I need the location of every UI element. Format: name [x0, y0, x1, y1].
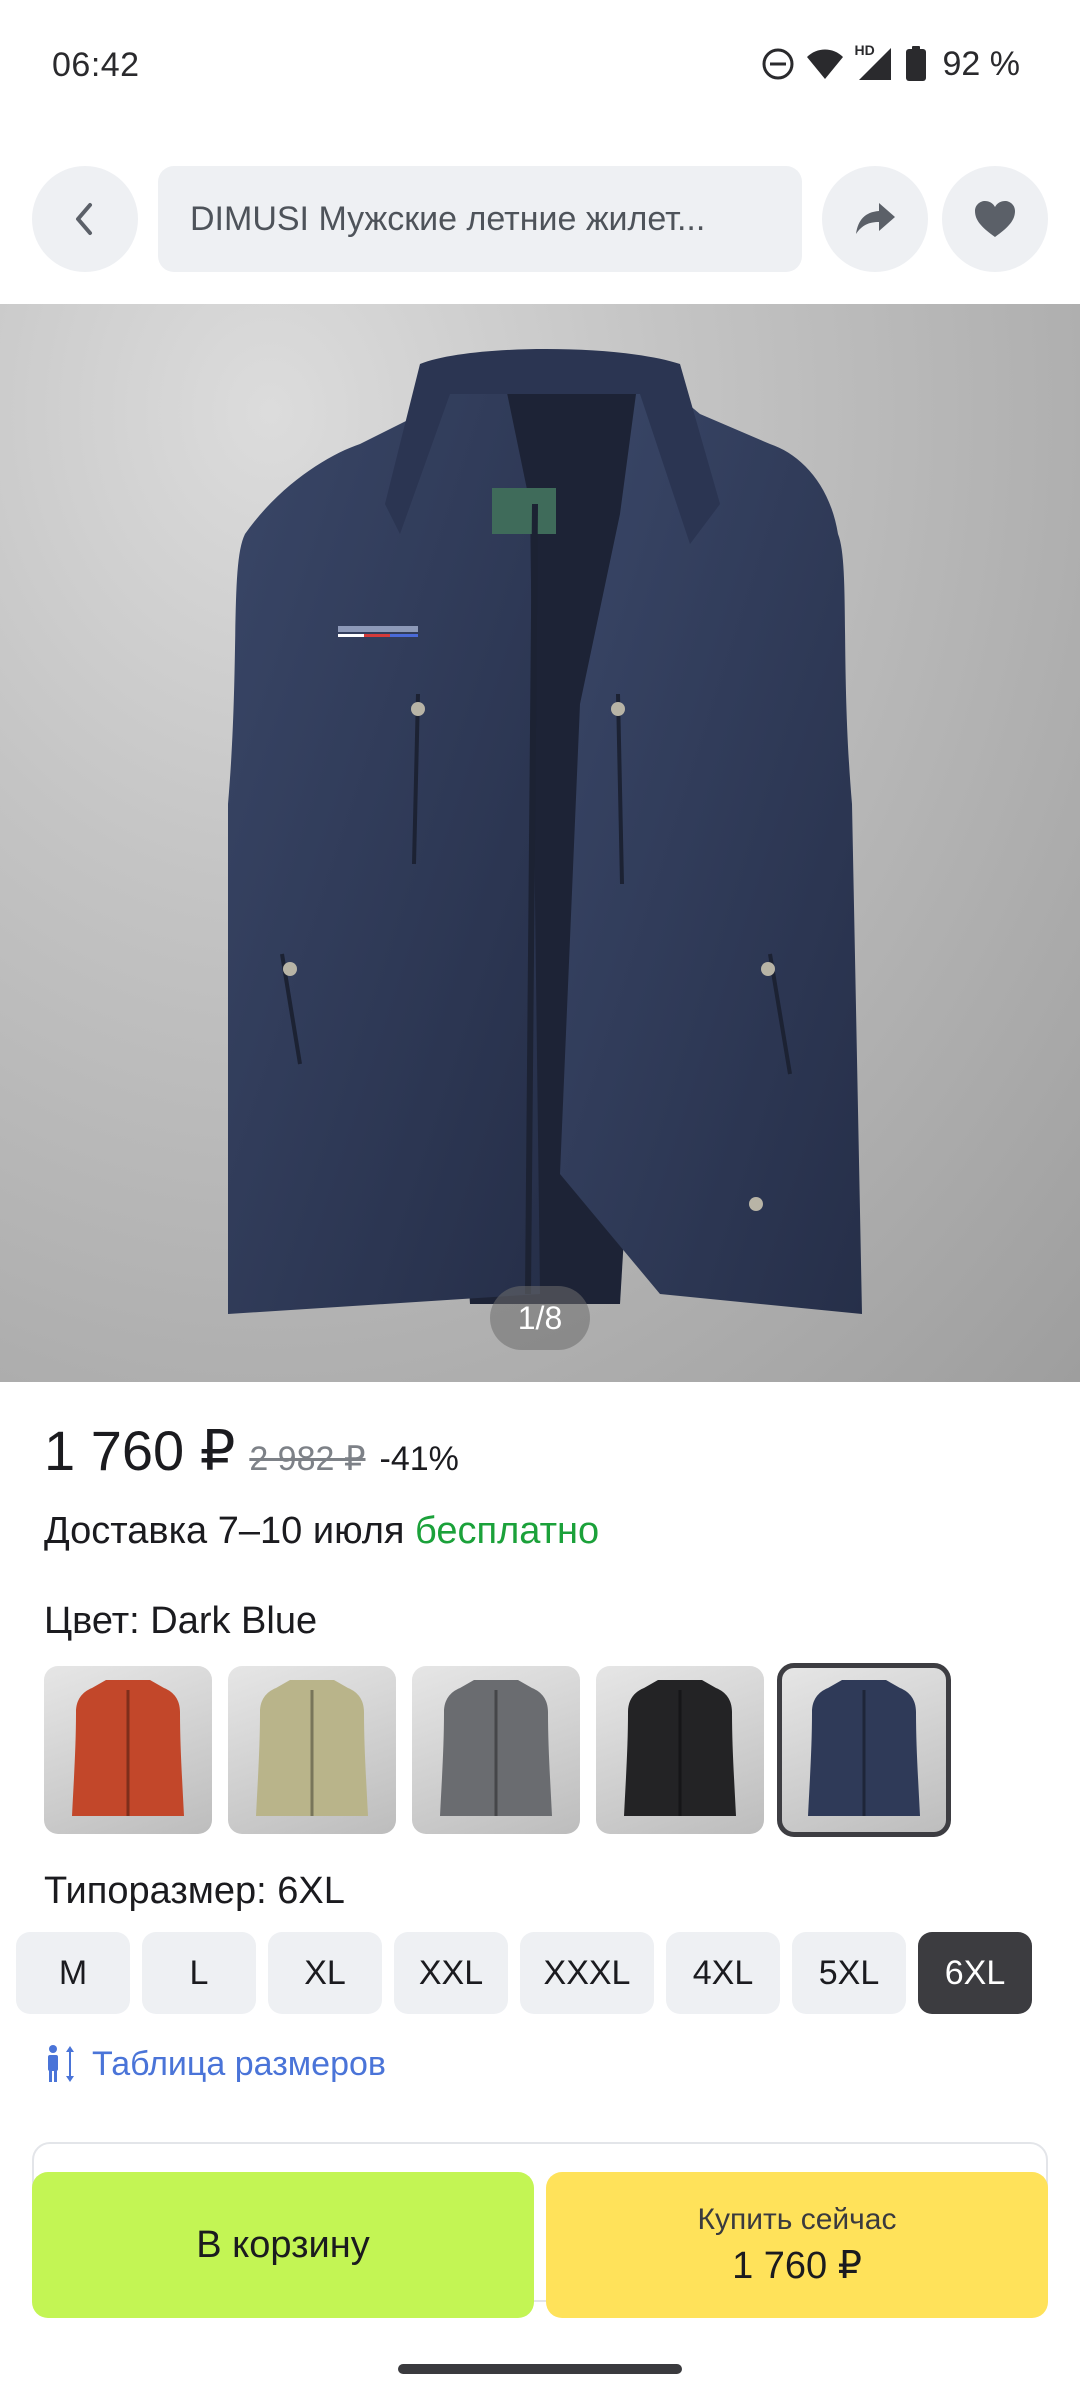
buy-now-price: 1 760 ₽ — [732, 2244, 862, 2287]
do-not-disturb-icon — [762, 48, 793, 80]
size-option-5xl[interactable]: 5XL — [792, 1932, 906, 2014]
color-swatch-grey[interactable] — [412, 1666, 580, 1834]
size-option-xxxl[interactable]: XXXL — [520, 1932, 654, 2014]
buy-now-label: Купить сейчас — [697, 2202, 897, 2236]
price-row: 1 760 ₽ 2 982 ₽ -41% — [44, 1418, 459, 1488]
size-option-l[interactable]: L — [142, 1932, 256, 2014]
product-page: 06:42 HD 92 % DIMUSI Мужские летние жиле… — [0, 0, 1080, 2400]
vest-image — [228, 349, 862, 1314]
color-swatch-orange[interactable] — [44, 1666, 212, 1834]
size-options: M L XL XXL XXXL 4XL 5XL 6XL — [16, 1932, 1032, 2014]
status-bar: 06:42 HD 92 % — [0, 0, 1080, 134]
vest-thumbnail — [440, 1680, 552, 1816]
color-swatch-khaki[interactable] — [228, 1666, 396, 1834]
heart-icon — [975, 201, 1015, 237]
size-option-m[interactable]: M — [16, 1932, 130, 2014]
add-to-cart-button[interactable]: В корзину — [32, 2172, 534, 2318]
cell-signal-icon: HD — [855, 42, 895, 82]
buy-now-button[interactable]: Купить сейчас 1 760 ₽ — [546, 2172, 1048, 2318]
size-table-link[interactable]: Таблица размеров — [44, 2044, 386, 2084]
color-swatch-black[interactable] — [596, 1666, 764, 1834]
color-swatches — [44, 1663, 951, 1837]
delivery-dates: Доставка 7–10 июля — [44, 1510, 405, 1552]
product-image[interactable] — [0, 304, 1080, 1382]
home-indicator[interactable] — [398, 2364, 682, 2374]
size-table-label: Таблица размеров — [92, 2044, 386, 2083]
size-label: Типоразмер: 6XL — [44, 1870, 345, 1912]
delivery-free: бесплатно — [415, 1510, 600, 1552]
size-option-6xl[interactable]: 6XL — [918, 1932, 1032, 2014]
vest-thumbnail — [624, 1680, 736, 1816]
vest-thumbnail — [72, 1680, 184, 1816]
top-bar: DIMUSI Мужские летние жилет... — [0, 166, 1080, 272]
status-time: 06:42 — [52, 46, 140, 84]
share-button[interactable] — [822, 166, 928, 272]
gallery-counter: 1/8 — [490, 1286, 590, 1350]
hd-icon: HD — [854, 42, 875, 58]
add-to-cart-label: В корзину — [196, 2223, 370, 2266]
color-label: Цвет: Dark Blue — [44, 1600, 318, 1642]
size-option-xl[interactable]: XL — [268, 1932, 382, 2014]
current-price: 1 760 ₽ — [44, 1419, 236, 1482]
discount-badge: -41% — [379, 1440, 459, 1478]
color-swatch-dark-blue[interactable] — [777, 1663, 951, 1837]
battery-percent: 92 % — [942, 44, 1021, 83]
chevron-left-icon — [76, 203, 92, 235]
product-title-field[interactable]: DIMUSI Мужские летние жилет... — [158, 166, 802, 272]
old-price: 2 982 ₽ — [249, 1440, 366, 1478]
size-chart-icon — [48, 2045, 74, 2082]
share-arrow-icon — [856, 203, 895, 234]
delivery-info: Доставка 7–10 июля бесплатно — [44, 1510, 599, 1553]
favorite-button[interactable] — [942, 166, 1048, 272]
status-icons: HD 92 % — [761, 42, 1021, 84]
back-button[interactable] — [32, 166, 138, 272]
vest-thumbnail — [808, 1680, 920, 1816]
size-option-4xl[interactable]: 4XL — [666, 1932, 780, 2014]
wifi-icon — [806, 49, 843, 79]
vest-thumbnail — [256, 1680, 368, 1816]
size-option-xxl[interactable]: XXL — [394, 1932, 508, 2014]
battery-icon — [905, 46, 926, 81]
